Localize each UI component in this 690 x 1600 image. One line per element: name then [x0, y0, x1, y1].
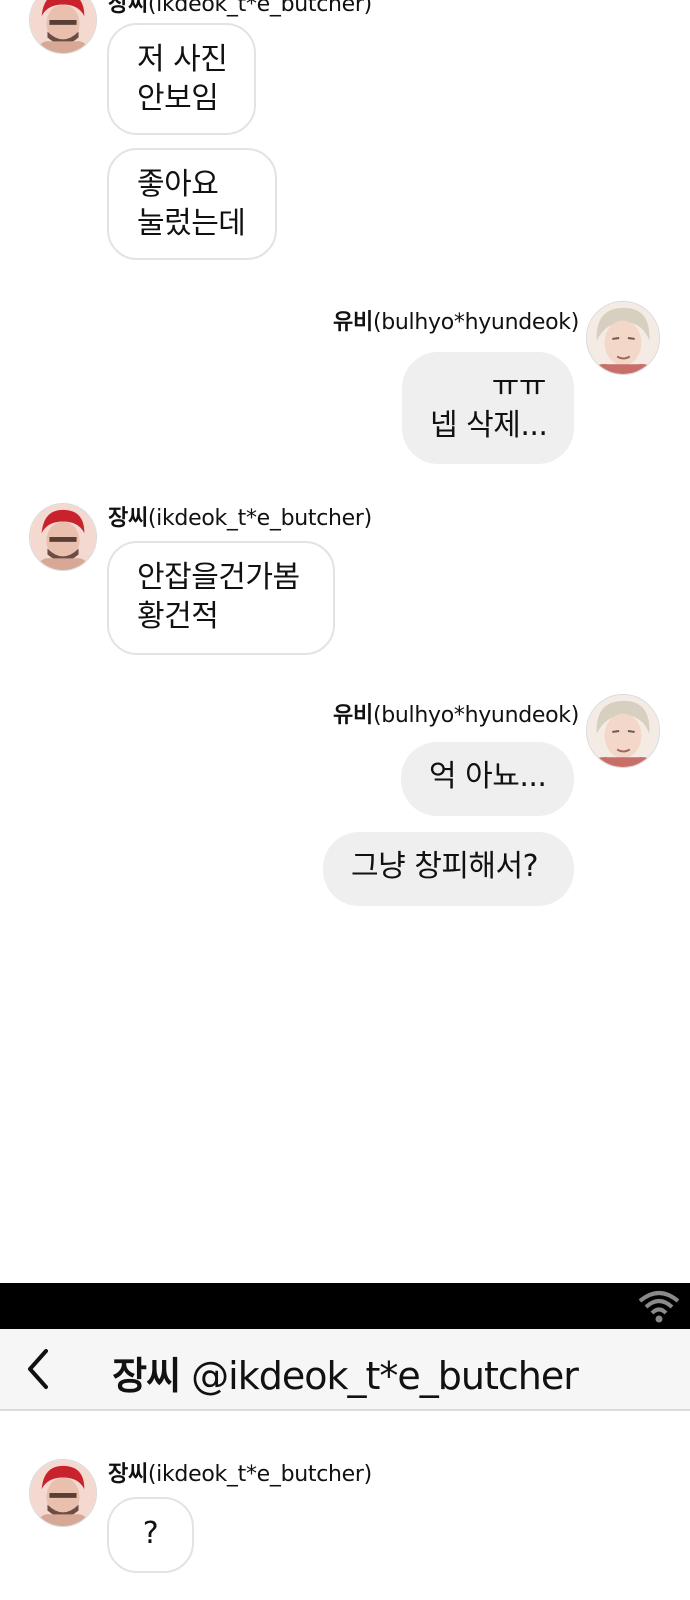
- chat-header: 장씨 @ikdeok_t*e_butcher: [0, 1329, 690, 1411]
- message-text: 눌렀는데: [137, 206, 246, 241]
- avatar-jang[interactable]: [29, 0, 97, 54]
- sender-handle: (ikdeok_t*e_butcher): [147, 506, 372, 531]
- sender-name: 장씨: [108, 0, 148, 17]
- message-text: 억 아뇨...: [429, 759, 547, 794]
- message-text: ㅠㅠ: [491, 369, 547, 404]
- jang-avatar-image: [30, 504, 96, 570]
- sender-label-yubi: 유비(bulhyo*hyundeok): [333, 304, 579, 336]
- sender-name: 유비: [333, 703, 373, 728]
- sender-handle: (bulhyo*hyundeok): [372, 310, 579, 335]
- sender-label-jang: 장씨(ikdeok_t*e_butcher): [108, 1456, 372, 1488]
- message-text: ?: [142, 1516, 159, 1551]
- message-text: 저 사진: [137, 42, 228, 77]
- message-text: 좋아요: [137, 167, 219, 202]
- sender-name: 장씨: [108, 506, 148, 531]
- message-text: 안보임: [137, 81, 219, 116]
- sender-label-yubi: 유비(bulhyo*hyundeok): [333, 697, 579, 729]
- message-bubble-incoming[interactable]: 안잡을건가봄 황건적: [107, 541, 335, 655]
- message-bubble-incoming[interactable]: ?: [107, 1497, 194, 1573]
- avatar-yubi[interactable]: [586, 301, 660, 375]
- message-bubble-outgoing[interactable]: ㅠㅠ 넵 삭제...: [402, 352, 574, 464]
- sender-handle: (ikdeok_t*e_butcher): [147, 1462, 372, 1487]
- message-text: 안잡을건가봄: [137, 560, 300, 595]
- sender-name: 유비: [333, 310, 373, 335]
- message-bubble-incoming[interactable]: 좋아요 눌렀는데: [107, 148, 277, 260]
- avatar-jang[interactable]: [29, 503, 97, 571]
- message-text: 넵 삭제...: [430, 408, 548, 443]
- yubi-avatar-image: [587, 302, 659, 374]
- sender-label-jang: 장씨(ikdeok_t*e_butcher): [108, 0, 372, 18]
- sender-handle: (bulhyo*hyundeok): [372, 703, 579, 728]
- message-text: 황건적: [137, 599, 219, 634]
- avatar-yubi[interactable]: [586, 694, 660, 768]
- message-bubble-outgoing[interactable]: 그냥 창피해서?: [323, 832, 574, 906]
- wifi-icon: [638, 1291, 680, 1323]
- avatar-jang[interactable]: [29, 1459, 97, 1527]
- chat-title-handle: @ikdeok_t*e_butcher: [191, 1354, 579, 1398]
- jang-avatar-image: [30, 1460, 96, 1526]
- sender-label-jang: 장씨(ikdeok_t*e_butcher): [108, 500, 372, 532]
- message-bubble-incoming[interactable]: 저 사진 안보임: [107, 23, 256, 135]
- message-bubble-outgoing[interactable]: 억 아뇨...: [401, 742, 574, 816]
- chat-title-name: 장씨: [112, 1354, 181, 1398]
- yubi-avatar-image: [587, 695, 659, 767]
- jang-avatar-image: [30, 0, 96, 53]
- sender-handle: (ikdeok_t*e_butcher): [147, 0, 372, 17]
- message-text: 그냥 창피해서?: [351, 849, 539, 884]
- sender-name: 장씨: [108, 1462, 148, 1487]
- chat-title: 장씨 @ikdeok_t*e_butcher: [0, 1345, 690, 1400]
- status-bar: [0, 1283, 690, 1329]
